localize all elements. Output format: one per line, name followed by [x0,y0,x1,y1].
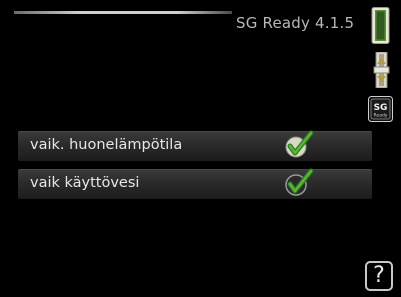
sg-badge-text: SG [374,103,388,113]
checkbox-checked-icon[interactable] [284,167,314,199]
option-row-room-temperature[interactable]: vaik. huonelämpötila [18,129,372,161]
adjust-arrows-icon [373,52,390,88]
help-button[interactable]: ? [365,261,393,291]
option-label: vaik käyttövesi [30,175,140,191]
option-row-hot-water[interactable]: vaik käyttövesi [18,167,372,199]
slider-icon [371,7,390,44]
sg-ready-badge-icon: SG Ready [368,96,393,122]
header-line [14,11,232,14]
page-title: SG Ready 4.1.5 [236,14,355,32]
checkbox-checked-icon[interactable] [284,129,314,161]
option-label: vaik. huonelämpötila [30,137,183,153]
sg-ready-screen: SG Ready 4.1.5 SG Ready vaik. huonelämpö… [0,0,401,297]
sg-badge-subtext: Ready [374,113,388,119]
